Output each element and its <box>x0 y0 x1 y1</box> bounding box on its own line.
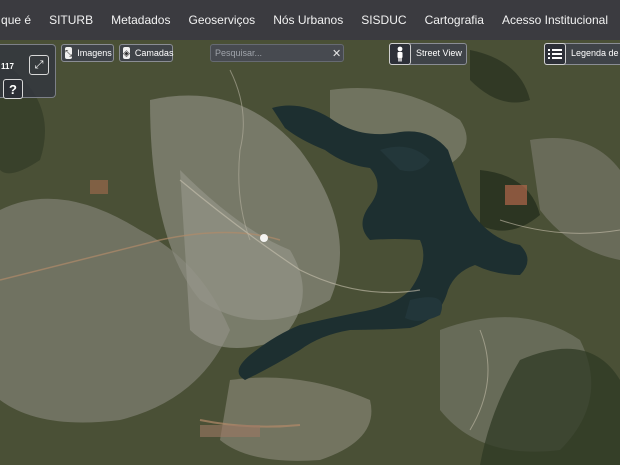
scale-text: 117 <box>1 62 14 71</box>
nav-item-cartografia[interactable]: Cartografia <box>425 13 484 27</box>
camadas-label: Camadas <box>134 48 174 58</box>
nav-item-geoservicos[interactable]: Geoserviços <box>188 13 255 27</box>
list-icon[interactable] <box>544 43 566 65</box>
nav-item-nos-urbanos[interactable]: Nós Urbanos <box>273 13 343 27</box>
top-navigation-bar: O que é SITURB Metadados Geoserviços Nós… <box>0 0 620 40</box>
search-box: ✕ <box>210 44 344 62</box>
camadas-button[interactable]: ◈ Camadas <box>119 44 173 62</box>
nav-item-sisduc[interactable]: SISDUC <box>361 13 406 27</box>
legend-button[interactable]: Legenda de ... <box>544 43 620 65</box>
nav-item-siturb[interactable]: SITURB <box>49 13 93 27</box>
street-view-button[interactable]: Street View <box>389 43 467 65</box>
help-button[interactable]: ? <box>3 79 23 99</box>
street-view-label: Street View <box>416 48 462 58</box>
nav-item-acesso-institucional[interactable]: Acesso Institucional <box>502 13 608 27</box>
nav-menu: O que é SITURB Metadados Geoserviços Nós… <box>0 13 608 27</box>
search-input[interactable] <box>215 48 332 58</box>
pegman-icon[interactable] <box>389 43 411 65</box>
imagens-button[interactable]: ⤡ Imagens <box>61 44 114 62</box>
satellite-map[interactable] <box>0 40 620 465</box>
imagens-label: Imagens <box>77 48 112 58</box>
nav-item-metadados[interactable]: Metadados <box>111 13 170 27</box>
expand-icon[interactable]: ⤢ <box>29 55 49 75</box>
clear-search-icon[interactable]: ✕ <box>332 47 341 60</box>
layers-icon: ◈ <box>123 47 130 59</box>
imagery-icon: ⤡ <box>65 47 73 59</box>
legend-label: Legenda de ... <box>571 48 620 58</box>
nav-item-o-que-e[interactable]: O que é <box>0 13 31 27</box>
